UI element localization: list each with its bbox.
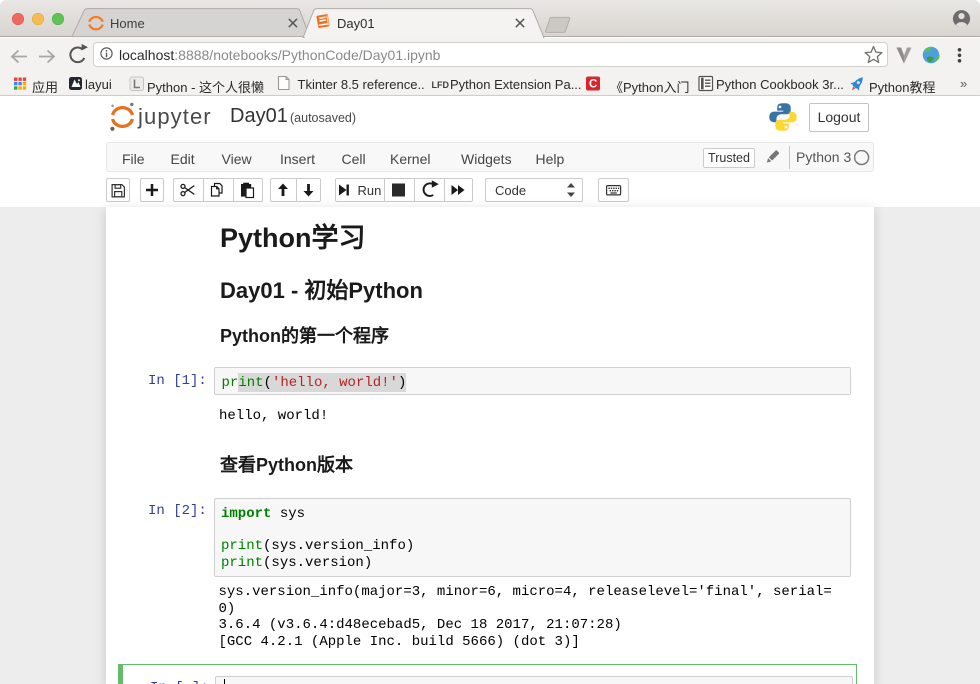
svg-text:C: C xyxy=(589,78,597,90)
